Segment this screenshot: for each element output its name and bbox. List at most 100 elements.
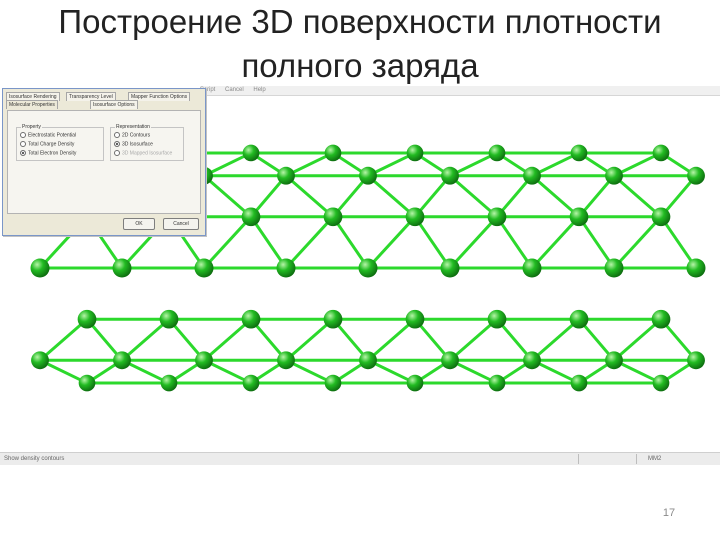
slide-title-line-1: Построение 3D поверхности плотности (58, 3, 662, 40)
radio-selected-icon[interactable] (114, 141, 120, 147)
bond (367, 174, 416, 218)
bond (531, 174, 580, 218)
radio-icon[interactable] (20, 141, 26, 147)
status-text: Show density contours (4, 456, 65, 462)
carbon-atom[interactable] (405, 309, 425, 329)
carbon-atom[interactable] (160, 374, 178, 392)
carbon-atom[interactable] (195, 351, 213, 370)
carbon-atom[interactable] (569, 207, 589, 227)
carbon-atom[interactable] (522, 258, 542, 278)
tab-molecular-properties[interactable]: Molecular Properties (6, 100, 58, 109)
property-group-title: Property (21, 124, 42, 131)
carbon-atom[interactable] (652, 374, 670, 392)
bond (284, 215, 335, 270)
carbon-atom[interactable] (605, 166, 623, 185)
carbon-atom[interactable] (194, 258, 214, 278)
radio-icon[interactable] (114, 132, 120, 138)
radio-icon[interactable] (114, 150, 120, 156)
bond (203, 174, 252, 218)
carbon-atom[interactable] (159, 309, 179, 329)
property-group: Property Electrostatic Potential Total C… (16, 124, 104, 161)
slide-title-line-2: полного заряда (241, 47, 479, 84)
option-total-electron-density[interactable]: Total Electron Density (20, 150, 76, 157)
bond (203, 318, 252, 362)
bond (366, 215, 417, 270)
carbon-atom[interactable] (687, 351, 705, 370)
carbon-atom[interactable] (358, 258, 378, 278)
carbon-atom[interactable] (113, 351, 131, 370)
carbon-atom[interactable] (324, 374, 342, 392)
carbon-atom[interactable] (405, 207, 425, 227)
carbon-atom[interactable] (686, 258, 706, 278)
tab-isosurface-options[interactable]: Isosurface Options (90, 100, 138, 109)
carbon-atom[interactable] (77, 309, 97, 329)
application-screenshot: Script Cancel Help Isosurface Rendering … (0, 86, 720, 466)
carbon-atom[interactable] (569, 309, 589, 329)
carbon-atom[interactable] (112, 258, 132, 278)
bond (285, 174, 334, 218)
carbon-atom[interactable] (277, 351, 295, 370)
status-mode: MM2 (648, 456, 662, 462)
carbon-atom[interactable] (323, 309, 343, 329)
carbon-atom[interactable] (324, 144, 342, 162)
carbon-atom[interactable] (242, 144, 260, 162)
bond (613, 174, 662, 218)
carbon-atom[interactable] (488, 144, 506, 162)
carbon-atom[interactable] (488, 374, 506, 392)
option-3d-isosurface[interactable]: 3D Isosurface (114, 141, 153, 148)
bond (449, 318, 498, 362)
carbon-atom[interactable] (570, 144, 588, 162)
carbon-atom[interactable] (323, 207, 343, 227)
bond (367, 318, 416, 362)
carbon-atom[interactable] (570, 374, 588, 392)
carbon-atom[interactable] (687, 166, 705, 185)
representation-group-title: Representation (115, 124, 151, 131)
status-divider (636, 454, 637, 464)
radio-icon[interactable] (20, 132, 26, 138)
representation-group: Representation 2D Contours 3D Isosurface… (110, 124, 184, 161)
bond (39, 318, 88, 362)
carbon-atom[interactable] (441, 166, 459, 185)
ok-button[interactable]: OK (123, 218, 155, 230)
bond (530, 215, 581, 270)
carbon-atom[interactable] (31, 351, 49, 370)
slide-title: Построение 3D поверхности плотности полн… (0, 0, 720, 88)
carbon-atom[interactable] (241, 309, 261, 329)
option-2d-contours[interactable]: 2D Contours (114, 132, 150, 139)
carbon-atom[interactable] (523, 166, 541, 185)
carbon-atom[interactable] (651, 309, 671, 329)
carbon-atom[interactable] (523, 351, 541, 370)
carbon-atom[interactable] (277, 166, 295, 185)
carbon-atom[interactable] (242, 374, 260, 392)
carbon-atom[interactable] (30, 258, 50, 278)
carbon-atom[interactable] (487, 309, 507, 329)
page-number: 17 (662, 507, 676, 519)
option-electrostatic-potential[interactable]: Electrostatic Potential (20, 132, 76, 139)
carbon-atom[interactable] (487, 207, 507, 227)
carbon-atom[interactable] (276, 258, 296, 278)
carbon-atom[interactable] (440, 258, 460, 278)
carbon-atom[interactable] (406, 374, 424, 392)
carbon-atom[interactable] (652, 144, 670, 162)
carbon-atom[interactable] (241, 207, 261, 227)
bond (202, 215, 253, 270)
carbon-atom[interactable] (651, 207, 671, 227)
radio-selected-icon[interactable] (20, 150, 26, 156)
option-3d-mapped-isosurface[interactable]: 3D Mapped Isosurface (114, 150, 172, 157)
bond (449, 174, 498, 218)
option-total-charge-density[interactable]: Total Charge Density (20, 141, 74, 148)
bond (448, 215, 499, 270)
bond (285, 318, 334, 362)
cancel-button[interactable]: Cancel (163, 218, 199, 230)
carbon-atom[interactable] (605, 351, 623, 370)
status-divider (578, 454, 579, 464)
carbon-atom[interactable] (604, 258, 624, 278)
carbon-atom[interactable] (441, 351, 459, 370)
carbon-atom[interactable] (78, 374, 96, 392)
carbon-atom[interactable] (406, 144, 424, 162)
status-bar: Show density contours MM2 (0, 452, 720, 465)
bond (613, 318, 662, 362)
bond (121, 318, 170, 362)
carbon-atom[interactable] (359, 166, 377, 185)
carbon-atom[interactable] (359, 351, 377, 370)
